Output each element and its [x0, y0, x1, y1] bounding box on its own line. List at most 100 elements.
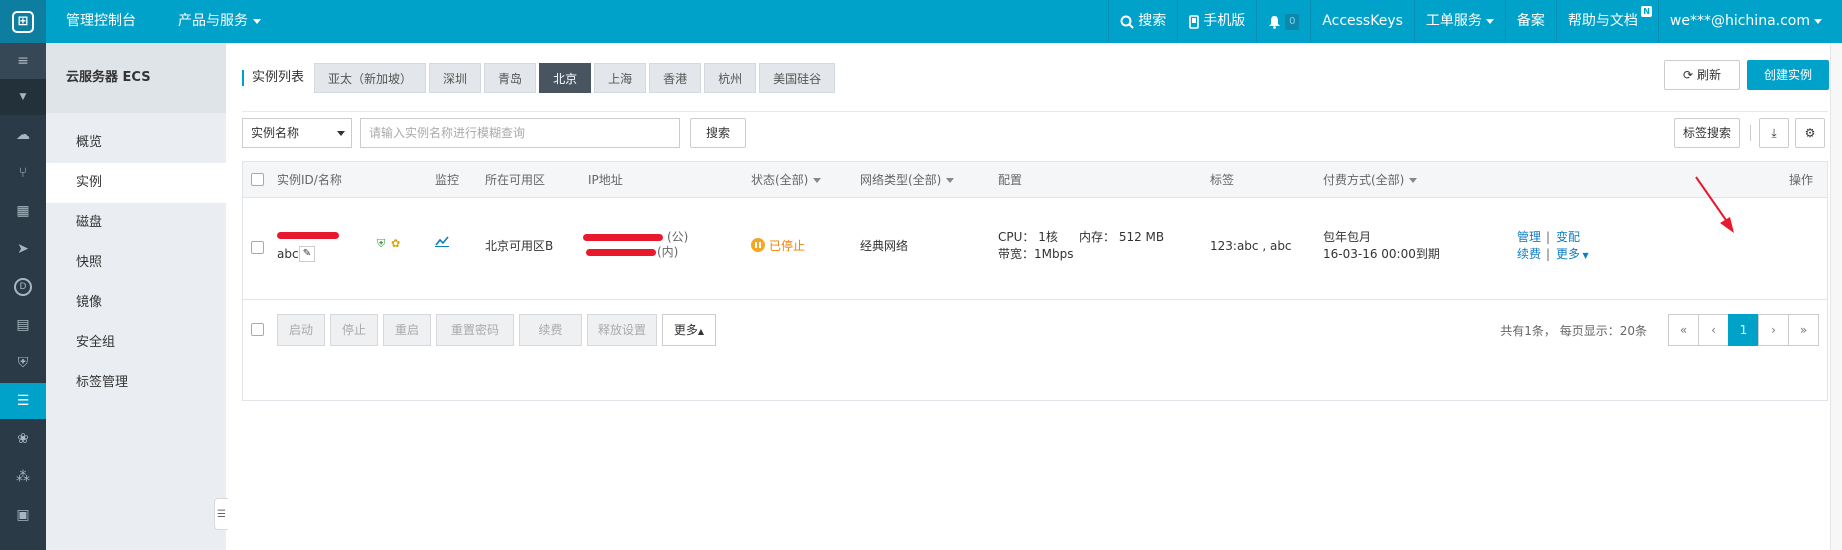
instance-name: abc: [277, 247, 299, 261]
rail-cdn[interactable]: ➤: [0, 231, 46, 267]
prev-page-button[interactable]: ‹: [1698, 314, 1729, 346]
rail-cluster[interactable]: ❀: [0, 421, 46, 457]
op-separator: |: [1546, 247, 1551, 261]
header-status[interactable]: 状态(全部): [751, 162, 822, 198]
stop-button[interactable]: 停止: [330, 314, 378, 346]
header-network[interactable]: 网络类型(全部): [860, 162, 955, 198]
network-value: 经典网络: [860, 239, 909, 253]
renew-link[interactable]: 续费: [1517, 246, 1541, 263]
region-tab-singapore[interactable]: 亚太（新加坡）: [314, 63, 427, 93]
settings-button[interactable]: ⚙: [1795, 118, 1825, 148]
header-billing[interactable]: 付费方式(全部): [1323, 162, 1418, 198]
header-tags: 标签: [1210, 173, 1235, 187]
refresh-button[interactable]: ⟳ 刷新: [1664, 60, 1740, 90]
help-menu[interactable]: 帮助与文档 N: [1555, 0, 1658, 43]
sidebar-item-snapshots[interactable]: 快照: [46, 243, 226, 283]
rail-dashboard[interactable]: ▦: [0, 193, 46, 229]
release-settings-button[interactable]: 释放设置: [587, 314, 657, 346]
access-keys-link[interactable]: AccessKeys: [1310, 0, 1414, 43]
refresh-icon: ⟳: [1683, 68, 1694, 82]
restart-button[interactable]: 重启: [383, 314, 431, 346]
create-instance-button[interactable]: 创建实例: [1747, 60, 1829, 90]
sidebar-item-instances[interactable]: 实例: [46, 163, 226, 203]
last-page-button[interactable]: »: [1788, 314, 1819, 346]
sidebar-item-security-groups[interactable]: 安全组: [46, 323, 226, 363]
billing-type: 包年包月: [1323, 230, 1372, 244]
tag-search-button[interactable]: 标签搜索: [1674, 118, 1740, 148]
sidebar-item-images[interactable]: 镜像: [46, 283, 226, 323]
rail-topology[interactable]: ⁂: [0, 459, 46, 495]
notification-button[interactable]: 0: [1256, 0, 1310, 43]
shield-icon[interactable]: ⛨: [377, 237, 385, 251]
rail-storage[interactable]: ▤: [0, 307, 46, 343]
bandwidth-value: 带宽：1Mbps: [998, 247, 1074, 261]
bulk-select-checkbox[interactable]: [251, 323, 264, 336]
export-button[interactable]: ⤓: [1759, 118, 1789, 148]
chevron-down-icon: [1485, 19, 1494, 24]
monitor-chart-icon[interactable]: [435, 235, 449, 250]
instance-list-label: 实例列表: [242, 70, 304, 86]
region-tab-hongkong[interactable]: 香港: [649, 63, 702, 93]
tickets-menu[interactable]: 工单服务: [1413, 0, 1505, 43]
products-menu-label: 产品与服务: [178, 13, 248, 29]
collapse-icon: ☰: [217, 508, 226, 520]
search-button[interactable]: 搜索: [690, 118, 746, 148]
rail-menu-toggle[interactable]: ≡: [0, 43, 46, 79]
rail-network[interactable]: ⑂: [0, 155, 46, 191]
page-1-button[interactable]: 1: [1728, 314, 1759, 346]
sidebar-item-overview[interactable]: 概览: [46, 123, 226, 163]
rail-security[interactable]: ⛨: [0, 345, 46, 381]
aliyun-logo[interactable]: ⊞: [0, 0, 46, 43]
download-icon: ⤓: [1771, 126, 1777, 140]
account-menu[interactable]: we***@hichina.com: [1657, 0, 1842, 43]
filter-select-value: 实例名称: [251, 126, 300, 140]
logo-icon: ⊞: [12, 10, 34, 33]
change-config-link[interactable]: 变配: [1556, 229, 1580, 246]
more-ops-menu[interactable]: 更多 ▼: [1556, 246, 1589, 264]
gear-icon: ⚙: [1804, 126, 1816, 140]
console-home-link[interactable]: 管理控制台: [66, 0, 136, 43]
rail-ecs[interactable]: ☰: [0, 383, 46, 419]
page-scrollbar[interactable]: [1830, 43, 1842, 550]
first-page-button[interactable]: «: [1668, 314, 1699, 346]
op-separator: |: [1546, 230, 1551, 244]
rail-collapse[interactable]: ▼: [0, 79, 46, 115]
manage-link[interactable]: 管理: [1517, 229, 1541, 246]
new-badge: N: [1641, 6, 1652, 17]
select-all-checkbox[interactable]: [251, 173, 264, 186]
renew-button[interactable]: 续费: [519, 314, 582, 346]
record-link[interactable]: 备案: [1504, 0, 1556, 43]
region-tab-us-silicon-valley[interactable]: 美国硅谷: [759, 63, 836, 93]
row-checkbox[interactable]: [251, 241, 264, 254]
account-label: we***@hichina.com: [1669, 13, 1810, 29]
reset-password-button[interactable]: 重置密码: [436, 314, 514, 346]
region-tab-shenzhen[interactable]: 深圳: [429, 63, 482, 93]
rail-dns[interactable]: D: [0, 269, 46, 305]
region-tab-hangzhou[interactable]: 杭州: [704, 63, 757, 93]
mobile-link[interactable]: 手机版: [1177, 0, 1256, 43]
topology-icon: ⁂: [16, 469, 30, 485]
caret-down-icon: ▼: [19, 92, 27, 102]
topbar-right: 搜索 手机版 0 AccessKeys 工单服务 备案 帮助与文档 N we***…: [1108, 0, 1842, 43]
filter-field-select[interactable]: 实例名称: [242, 118, 352, 148]
rail-cloud[interactable]: ☁: [0, 117, 46, 153]
tags-value: 123:abc , abc: [1210, 239, 1292, 253]
sidebar-item-tags[interactable]: 标签管理: [46, 363, 226, 403]
start-button[interactable]: 启动: [277, 314, 325, 346]
region-tab-qingdao[interactable]: 青岛: [484, 63, 537, 93]
search-input[interactable]: 请输入实例名称进行模糊查询: [360, 118, 680, 148]
region-tab-shanghai[interactable]: 上海: [594, 63, 647, 93]
zone-value: 北京可用区B: [485, 239, 554, 253]
search-label: 搜索: [1138, 13, 1167, 29]
sidebar-item-disks[interactable]: 磁盘: [46, 203, 226, 243]
tickets-label: 工单服务: [1425, 13, 1482, 29]
next-page-button[interactable]: ›: [1758, 314, 1789, 346]
rail-docs[interactable]: ▣: [0, 497, 46, 533]
region-tab-beijing[interactable]: 北京: [539, 63, 592, 93]
edit-name-button[interactable]: ✎: [299, 246, 315, 262]
more-bulk-button[interactable]: 更多▲: [662, 314, 716, 346]
search-link[interactable]: 搜索: [1108, 0, 1177, 43]
agent-icon[interactable]: ✿: [391, 237, 400, 250]
products-menu[interactable]: 产品与服务: [178, 0, 261, 43]
toolbar-separator: [1750, 125, 1751, 141]
